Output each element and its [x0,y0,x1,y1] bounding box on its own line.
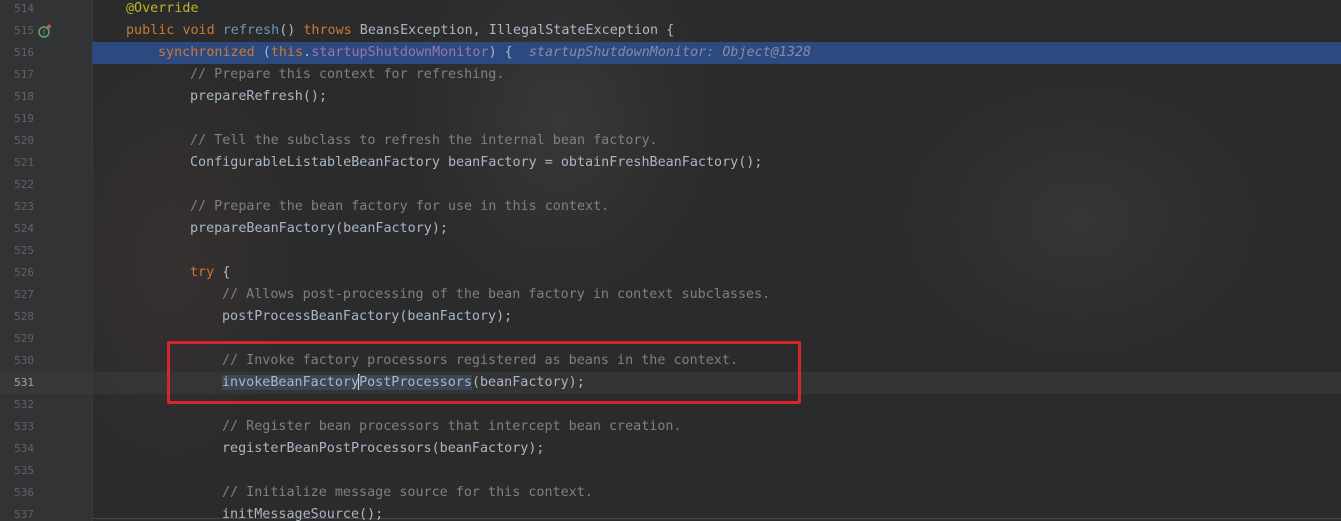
keyword-throws: throws [303,23,352,38]
code-text: BeansException, IllegalStateException { [351,23,675,38]
line-number: 533 [14,420,34,433]
line-number: 535 [14,464,34,477]
line-number: 532 [14,398,34,411]
code-line[interactable]: 535 [0,460,1341,482]
code-line[interactable]: 527 // Allows post-processing of the bea… [0,284,1341,306]
method-name: refresh [222,23,280,38]
code-line[interactable]: 515 public void refresh() throws BeansEx… [0,20,1341,42]
code-text: () [279,23,304,38]
line-number: 515 [14,24,34,37]
line-number: 531 [14,376,34,389]
line-number: 516 [14,46,34,59]
line-number: 529 [14,332,34,345]
code-line[interactable]: 519 [0,108,1341,130]
code-line[interactable]: 524 prepareBeanFactory(beanFactory); [0,218,1341,240]
code-statement: postProcessBeanFactory(beanFactory); [222,309,513,324]
code-line[interactable]: 534 registerBeanPostProcessors(beanFacto… [0,438,1341,460]
line-number: 536 [14,486,34,499]
execution-point-line[interactable]: synchronized (this.startupShutdownMonito… [92,42,1341,64]
code-comment: // Tell the subclass to refresh the inte… [190,133,658,148]
line-number: 528 [14,310,34,323]
red-highlight-box [167,341,801,404]
line-number: 522 [14,178,34,191]
code-line[interactable]: 520 // Tell the subclass to refresh the … [0,130,1341,152]
line-number: 520 [14,134,34,147]
code-text: { [214,265,231,280]
line-number: 517 [14,68,34,81]
code-comment: // Initialize message source for this co… [222,485,593,500]
keyword-synchronized: synchronized [158,45,255,60]
code-text: ) { [488,45,513,60]
line-number: 530 [14,354,34,367]
code-line[interactable]: 537 initMessageSource(); [0,504,1341,521]
code-statement: prepareBeanFactory(beanFactory); [190,221,448,236]
svg-text:I: I [43,28,45,37]
override-annotation: @Override [126,1,199,16]
code-line[interactable]: 526 try { [0,262,1341,284]
code-editor[interactable]: 514 @Override 515 public void refresh() … [0,0,1341,521]
override-method-icon[interactable]: I [38,24,52,38]
line-number: 521 [14,156,34,169]
line-number: 537 [14,508,34,521]
keyword-void: void [182,23,215,38]
code-statement: registerBeanPostProcessors(beanFactory); [222,441,545,456]
code-line[interactable]: 521 ConfigurableListableBeanFactory bean… [0,152,1341,174]
line-number: 524 [14,222,34,235]
code-comment: // Allows post-processing of the bean fa… [222,287,771,302]
code-line[interactable]: 536 // Initialize message source for thi… [0,482,1341,504]
field-reference: startupShutdownMonitor [311,45,489,60]
code-statement: prepareRefresh(); [190,89,328,104]
code-comment: // Register bean processors that interce… [222,419,682,434]
code-comment: // Prepare the bean factory for use in t… [190,199,610,214]
code-line[interactable]: 514 @Override [0,0,1341,20]
line-number: 518 [14,90,34,103]
code-statement: ConfigurableListableBeanFactory beanFact… [190,155,763,170]
code-line[interactable]: 533 // Register bean processors that int… [0,416,1341,438]
line-number: 526 [14,266,34,279]
line-number: 534 [14,442,34,455]
code-line[interactable]: 525 [0,240,1341,262]
code-text: ( [254,45,271,60]
keyword-try: try [190,265,215,280]
code-line[interactable]: 528 postProcessBeanFactory(beanFactory); [0,306,1341,328]
code-line[interactable]: 523 // Prepare the bean factory for use … [0,196,1341,218]
code-line[interactable]: 522 [0,174,1341,196]
debug-inline-value: startupShutdownMonitor: Object@1328 [528,45,812,60]
code-line[interactable]: 518 prepareRefresh(); [0,86,1341,108]
line-number: 519 [14,112,34,125]
keyword-public: public [126,23,175,38]
line-number: 523 [14,200,34,213]
keyword-this: this [270,45,304,60]
code-text: . [303,45,312,60]
code-line[interactable]: 517 // Prepare this context for refreshi… [0,64,1341,86]
code-comment: // Prepare this context for refreshing. [190,67,505,82]
line-number: 527 [14,288,34,301]
line-number: 514 [14,2,34,15]
line-number: 525 [14,244,34,257]
gutter-row: 516 [0,42,92,64]
code-statement: initMessageSource(); [222,507,384,521]
